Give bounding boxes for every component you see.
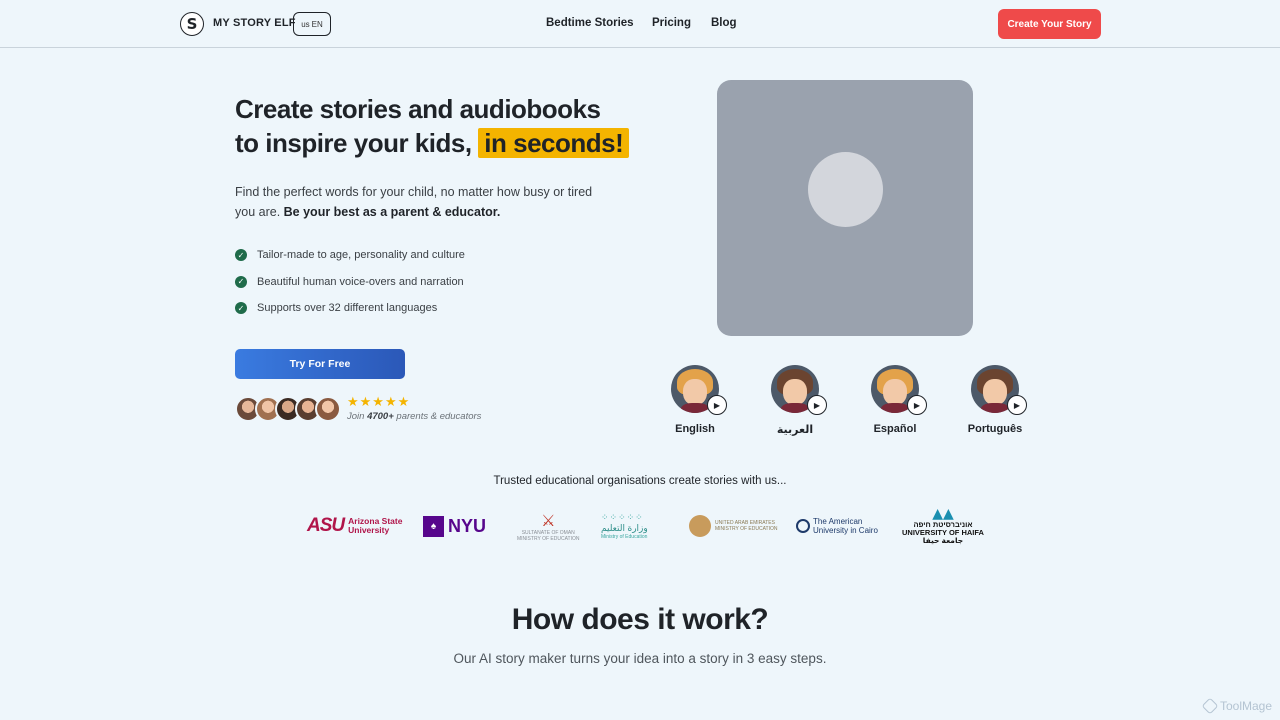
join-prefix: Join bbox=[347, 411, 365, 422]
logo-nyu: ♠ NYU bbox=[423, 506, 486, 546]
logo-saudi-ministry: ⁘⁘⁘⁘⁘ وزارة التعليم Ministry of Educatio… bbox=[601, 506, 648, 546]
narrator-shirt bbox=[781, 403, 809, 413]
nyu-text: NYU bbox=[448, 515, 487, 536]
voice-sample-english[interactable]: ▶ English bbox=[655, 365, 735, 435]
nyu-torch-icon: ♠ bbox=[423, 515, 444, 537]
logo-asu: ASU Arizona State University bbox=[307, 506, 402, 546]
haifa-building-icon: ▲▲ bbox=[932, 506, 954, 522]
feature-text: Beautiful human voice-overs and narratio… bbox=[257, 275, 464, 288]
narrator-face bbox=[883, 379, 907, 405]
try-for-free-button[interactable]: Try For Free bbox=[235, 349, 405, 379]
feature-text: Supports over 32 different languages bbox=[257, 302, 438, 315]
saudi-english-text: Ministry of Education bbox=[601, 533, 648, 540]
oman-line2: MINISTRY OF EDUCATION bbox=[517, 535, 580, 542]
how-it-works-subtitle: Our AI story maker turns your idea into … bbox=[453, 651, 827, 666]
hero-subtitle-bold: Be your best as a parent & educator. bbox=[283, 205, 501, 219]
voice-sample-arabic[interactable]: ▶ العربية bbox=[755, 365, 835, 436]
rating-stars-icon: ★★★★★ bbox=[347, 395, 411, 410]
voice-label: Português bbox=[967, 423, 1023, 435]
nav-blog[interactable]: Blog bbox=[711, 17, 737, 29]
asu-text: Arizona State University bbox=[348, 517, 402, 535]
play-icon[interactable]: ▶ bbox=[707, 395, 727, 415]
play-icon[interactable]: ▶ bbox=[1007, 395, 1027, 415]
asu-line2: University bbox=[348, 525, 390, 535]
haifa-text: אוניברסיטת חיפה UNIVERSITY OF HAIFA جامع… bbox=[902, 521, 984, 545]
feature-item: ✓ Beautiful human voice-overs and narrat… bbox=[235, 269, 465, 296]
logo-haifa: ▲▲ אוניברסיטת חיפה UNIVERSITY OF HAIFA ج… bbox=[902, 506, 984, 546]
language-code: EN bbox=[311, 19, 323, 29]
haifa-line3: جامعة حيفا bbox=[922, 536, 964, 545]
watermark-text: ToolMage bbox=[1220, 699, 1273, 713]
oman-emblem-icon: ⚔ bbox=[541, 510, 556, 530]
how-it-works-title: How does it work? bbox=[511, 603, 769, 636]
nav-bedtime-stories[interactable]: Bedtime Stories bbox=[546, 17, 634, 29]
narrator-face bbox=[683, 379, 707, 405]
avatar bbox=[315, 396, 341, 422]
join-count: 4700+ bbox=[367, 411, 394, 422]
asu-mark: ASU bbox=[307, 515, 345, 536]
check-icon: ✓ bbox=[235, 249, 247, 262]
auc-line1: The American bbox=[813, 517, 863, 526]
hero-title: Create stories and audiobooks to inspire… bbox=[235, 92, 630, 160]
logo-icon[interactable]: S bbox=[180, 12, 204, 36]
auc-text: The American University in Cairo bbox=[813, 517, 878, 535]
join-count-text: Join 4700+ parents & educators bbox=[347, 411, 481, 422]
feature-item: ✓ Supports over 32 different languages bbox=[235, 295, 465, 322]
parent-avatars bbox=[235, 396, 341, 422]
narrator-face bbox=[983, 379, 1007, 405]
feature-text: Tailor-made to age, personality and cult… bbox=[257, 249, 465, 262]
hero-title-highlight: in seconds! bbox=[478, 128, 630, 158]
watermark-icon bbox=[1201, 697, 1219, 715]
narrator-shirt bbox=[681, 403, 709, 413]
logo-oman-ministry: ⚔ SULTANATE OF OMAN MINISTRY OF EDUCATIO… bbox=[517, 506, 580, 546]
saudi-dots-icon: ⁘⁘⁘⁘⁘ bbox=[601, 512, 644, 523]
trusted-heading: Trusted educational organisations create… bbox=[493, 475, 787, 487]
uae-emblem-icon bbox=[689, 515, 711, 537]
narrator-face bbox=[783, 379, 807, 405]
hero-title-line2: to inspire your kids, bbox=[235, 128, 472, 158]
nav-pricing[interactable]: Pricing bbox=[652, 17, 691, 29]
oman-text: SULTANATE OF OMAN MINISTRY OF EDUCATION bbox=[517, 530, 580, 542]
hero-subtitle: Find the perfect words for your child, n… bbox=[235, 182, 595, 222]
language-selector[interactable]: us EN bbox=[293, 12, 331, 36]
narrator-shirt bbox=[881, 403, 909, 413]
voice-sample-spanish[interactable]: ▶ Español bbox=[855, 365, 935, 435]
voice-sample-portuguese[interactable]: ▶ Português bbox=[955, 365, 1035, 435]
voice-label: العربية bbox=[776, 424, 814, 436]
logo-uae-ministry: UNITED ARAB EMIRATES MINISTRY OF EDUCATI… bbox=[689, 506, 778, 546]
language-region: us bbox=[301, 19, 310, 29]
play-icon[interactable]: ▶ bbox=[907, 395, 927, 415]
video-loading-icon[interactable] bbox=[808, 152, 883, 227]
uae-text: UNITED ARAB EMIRATES MINISTRY OF EDUCATI… bbox=[715, 520, 778, 532]
logo-auc: The American University in Cairo bbox=[796, 506, 878, 546]
site-header: S MY STORY ELF us EN Bedtime Stories Pri… bbox=[0, 0, 1280, 48]
play-icon[interactable]: ▶ bbox=[807, 395, 827, 415]
auc-globe-icon bbox=[796, 519, 810, 533]
brand-name[interactable]: MY STORY ELF bbox=[213, 17, 296, 29]
check-icon: ✓ bbox=[235, 275, 247, 288]
check-icon: ✓ bbox=[235, 302, 247, 315]
create-your-story-button[interactable]: Create Your Story bbox=[998, 9, 1101, 39]
watermark: ToolMage bbox=[1201, 697, 1273, 715]
hero-title-line1: Create stories and audiobooks bbox=[235, 94, 601, 124]
uae-line2: MINISTRY OF EDUCATION bbox=[715, 526, 778, 532]
video-player[interactable] bbox=[717, 80, 973, 336]
auc-line2: University in Cairo bbox=[813, 526, 878, 535]
feature-item: ✓ Tailor-made to age, personality and cu… bbox=[235, 242, 465, 269]
voice-label: Español bbox=[873, 423, 917, 435]
feature-list: ✓ Tailor-made to age, personality and cu… bbox=[235, 242, 465, 322]
voice-label: English bbox=[675, 423, 715, 435]
narrator-shirt bbox=[981, 403, 1009, 413]
saudi-arabic-text: وزارة التعليم bbox=[601, 522, 648, 533]
join-suffix: parents & educators bbox=[396, 411, 482, 422]
